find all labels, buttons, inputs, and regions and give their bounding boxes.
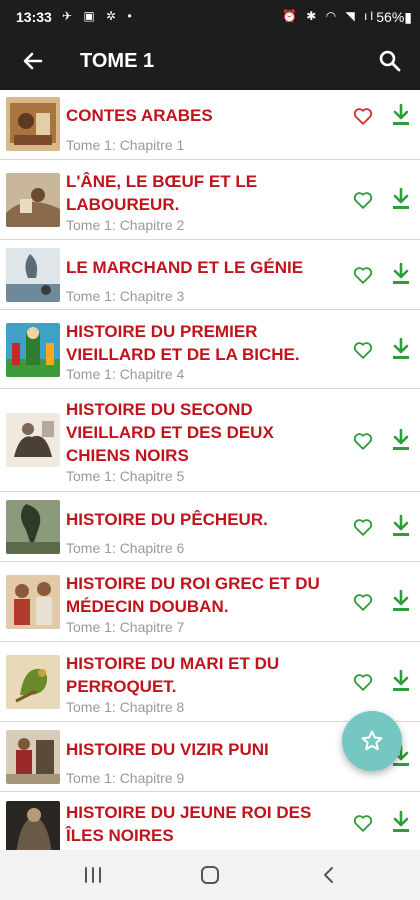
chapter-subtitle: Tome 1: Chapitre 8 <box>66 699 185 715</box>
chapter-thumbnail <box>6 173 60 227</box>
chapter-title: HISTOIRE DU SECOND VIEILLARD ET DES DEUX… <box>66 400 274 465</box>
chapter-subtitle: Tome 1: Chapitre 3 <box>66 288 185 304</box>
chapter-row[interactable]: LE MARCHAND ET LE GÉNIE Tome 1: Chapitre… <box>0 241 420 310</box>
chapter-row[interactable]: HISTOIRE DU PÊCHEUR. Tome 1: Chapitre 6 <box>0 493 420 562</box>
download-icon[interactable] <box>391 429 411 451</box>
chapter-subtitle: Tome 1: Chapitre 2 <box>66 217 185 233</box>
chapter-title: LE MARCHAND ET LE GÉNIE <box>66 258 304 277</box>
chapter-row[interactable]: HISTOIRE DU SECOND VIEILLARD ET DES DEUX… <box>0 390 420 492</box>
chapter-title: CONTES ARABES <box>66 106 213 125</box>
home-icon[interactable] <box>199 864 221 886</box>
status-bar: 13:33 ✈ ▣ ✲ • ⏰ ✱ ◠ ◥ ıl 56%▮ <box>0 0 420 34</box>
download-icon[interactable] <box>391 811 411 833</box>
heart-outline-icon[interactable] <box>352 105 374 127</box>
page-title: TOME 1 <box>80 50 155 72</box>
chapter-thumbnail <box>6 730 60 784</box>
chapter-subtitle: Tome 1: Chapitre 6 <box>66 540 185 556</box>
download-icon[interactable] <box>391 104 411 126</box>
chapter-row[interactable]: L'ÂNE, LE BŒUF ET LE LABOUREUR. Tome 1: … <box>0 161 420 240</box>
heart-outline-icon[interactable] <box>352 430 374 452</box>
search-icon <box>379 50 401 72</box>
heart-outline-icon[interactable] <box>352 812 374 834</box>
chapter-thumbnail <box>6 413 60 467</box>
chapter-subtitle: Tome 1: Chapitre 4 <box>66 366 185 382</box>
download-icon[interactable] <box>391 338 411 360</box>
chapter-row[interactable]: HISTOIRE DU ROI GREC ET DU MÉDECIN DOUBA… <box>0 563 420 642</box>
recent-apps-icon[interactable] <box>82 864 104 886</box>
heart-outline-icon[interactable] <box>352 264 374 286</box>
chapter-title: HISTOIRE DU VIZIR PUNI <box>66 740 269 759</box>
chapter-subtitle: Tome 1: Chapitre 9 <box>66 770 185 786</box>
download-icon[interactable] <box>391 670 411 692</box>
heart-outline-icon[interactable] <box>352 339 374 361</box>
heart-outline-icon[interactable] <box>352 516 374 538</box>
chapter-row[interactable]: HISTOIRE DU MARI ET DU PERROQUET. Tome 1… <box>0 643 420 722</box>
star-outline-icon <box>361 730 383 751</box>
chapter-title: L'ÂNE, LE BŒUF ET LE LABOUREUR. <box>66 172 258 214</box>
chapter-title: HISTOIRE DU ROI GREC ET DU MÉDECIN DOUBA… <box>66 574 320 616</box>
chapter-thumbnail <box>6 655 60 709</box>
system-nav-bar <box>0 850 420 900</box>
chapter-subtitle: Tome 1: Chapitre 7 <box>66 619 185 635</box>
notification-icons: ✈ ▣ ✲ • <box>62 9 136 23</box>
back-nav-icon[interactable] <box>318 864 340 886</box>
chapter-subtitle: Tome 1: Chapitre 5 <box>66 468 185 484</box>
chapter-thumbnail <box>6 575 60 629</box>
chapter-title: HISTOIRE DU PÊCHEUR. <box>66 510 268 529</box>
chapter-title: HISTOIRE DU PREMIER VIEILLARD ET DE LA B… <box>66 322 300 364</box>
chapter-thumbnail <box>6 500 60 554</box>
app-bar: TOME 1 <box>0 34 420 90</box>
download-icon[interactable] <box>391 263 411 285</box>
status-time: 13:33 <box>16 9 52 25</box>
battery-indicator: 56%▮ <box>376 9 412 25</box>
download-icon[interactable] <box>391 590 411 612</box>
download-icon[interactable] <box>391 188 411 210</box>
chapter-title: HISTOIRE DU MARI ET DU PERROQUET. <box>66 654 280 696</box>
chapter-title: HISTOIRE DU JEUNE ROI DES ÎLES NOIRES <box>66 803 312 845</box>
heart-outline-icon[interactable] <box>352 671 374 693</box>
favorites-fab[interactable] <box>342 711 402 771</box>
chapter-thumbnail <box>6 248 60 302</box>
arrow-left-icon <box>23 52 43 70</box>
chapter-row[interactable]: HISTOIRE DU JEUNE ROI DES ÎLES NOIRES <box>0 793 420 850</box>
chapter-thumbnail <box>6 801 60 850</box>
chapter-thumbnail <box>6 97 60 151</box>
heart-outline-icon[interactable] <box>352 189 374 211</box>
chapter-thumbnail <box>6 323 60 377</box>
back-button[interactable] <box>18 46 48 76</box>
heart-outline-icon[interactable] <box>352 591 374 613</box>
download-icon[interactable] <box>391 515 411 537</box>
chapter-row[interactable]: CONTES ARABES Tome 1: Chapitre 1 <box>0 90 420 160</box>
chapter-subtitle: Tome 1: Chapitre 1 <box>66 137 185 153</box>
chapter-row[interactable]: HISTOIRE DU PREMIER VIEILLARD ET DE LA B… <box>0 311 420 389</box>
search-button[interactable] <box>376 47 404 75</box>
system-icons: ⏰ ✱ ◠ ◥ ıl <box>281 9 376 23</box>
